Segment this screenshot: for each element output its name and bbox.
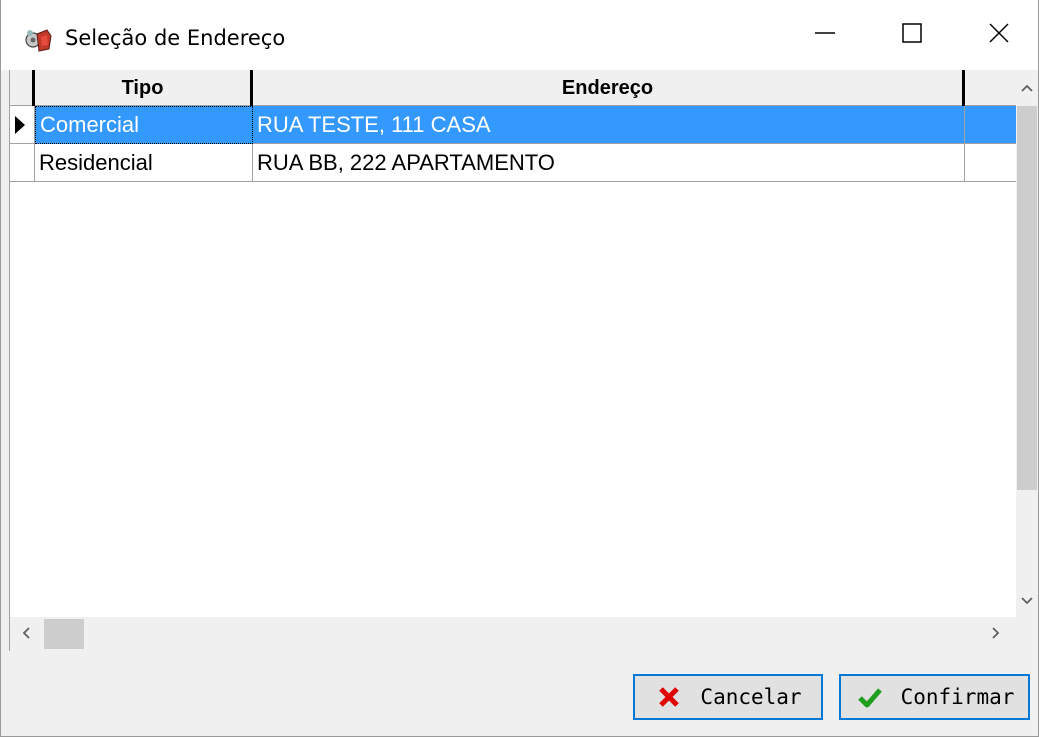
scroll-left-button[interactable] — [10, 617, 42, 651]
grid-header: Tipo Endereço — [10, 70, 1016, 106]
cell-tipo[interactable]: Comercial — [35, 106, 253, 144]
vertical-scroll-thumb[interactable] — [1017, 106, 1037, 490]
chevron-right-icon — [991, 625, 1001, 644]
cancel-label: Cancelar — [700, 685, 802, 709]
cell-tipo[interactable]: Residencial — [35, 144, 253, 182]
header-indicator-cell — [10, 70, 35, 106]
close-icon — [988, 22, 1010, 48]
row-indicator — [10, 144, 35, 182]
cell-empty — [965, 106, 1016, 144]
minimize-icon — [814, 22, 836, 48]
maximize-icon — [901, 22, 923, 48]
scroll-up-button[interactable] — [1016, 70, 1038, 104]
chevron-up-icon — [1020, 78, 1034, 97]
x-icon — [654, 682, 684, 712]
chevron-down-icon — [1020, 591, 1034, 610]
cell-endereco[interactable]: RUA BB, 222 APARTAMENTO — [253, 144, 965, 182]
column-header-empty — [965, 70, 1016, 106]
scroll-down-button[interactable] — [1016, 583, 1038, 617]
horizontal-scroll-thumb[interactable] — [44, 619, 84, 649]
scroll-right-button[interactable] — [980, 617, 1012, 651]
vertical-scrollbar[interactable] — [1016, 70, 1038, 617]
dialog-window: Seleção de Endereço Tipo Endereço Comerc… — [0, 0, 1039, 737]
cancel-button[interactable]: Cancelar — [633, 674, 823, 720]
app-icon — [23, 27, 57, 53]
row-indicator — [10, 106, 35, 144]
chevron-left-icon — [21, 625, 31, 644]
horizontal-scrollbar[interactable] — [9, 617, 1038, 651]
checkmark-icon — [855, 682, 885, 712]
column-header-endereco[interactable]: Endereço — [253, 70, 965, 106]
minimize-button[interactable] — [779, 0, 871, 70]
cell-empty — [965, 144, 1016, 182]
grid-empty-area — [10, 182, 1016, 617]
close-button[interactable] — [953, 0, 1039, 70]
cell-endereco[interactable]: RUA TESTE, 111 CASA — [253, 106, 965, 144]
window-title: Seleção de Endereço — [65, 26, 286, 50]
maximize-button[interactable] — [866, 0, 958, 70]
confirm-button[interactable]: Confirmar — [839, 674, 1030, 720]
title-bar[interactable]: Seleção de Endereço — [1, 0, 1038, 70]
confirm-label: Confirmar — [900, 685, 1015, 709]
address-grid[interactable]: Tipo Endereço Comercial RUA TESTE, 111 C… — [9, 70, 1016, 617]
column-header-tipo[interactable]: Tipo — [35, 70, 253, 106]
table-row[interactable]: Residencial RUA BB, 222 APARTAMENTO — [10, 144, 1016, 182]
table-row[interactable]: Comercial RUA TESTE, 111 CASA — [10, 106, 1016, 144]
